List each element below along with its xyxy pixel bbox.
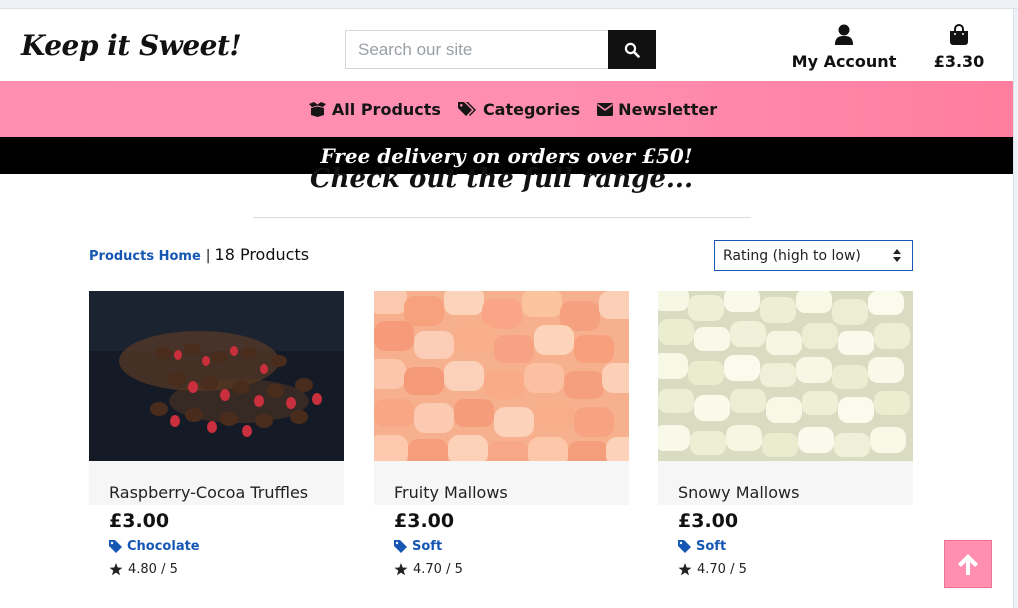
shopping-bag-icon <box>950 24 968 45</box>
box-open-icon <box>308 102 326 117</box>
product-price: £3.00 <box>109 510 170 532</box>
product-name[interactable]: Fruity Mallows <box>394 483 508 502</box>
scrollbar-gutter <box>1013 9 1018 608</box>
tags-icon <box>457 101 476 116</box>
product-name[interactable]: Snowy Mallows <box>678 483 799 502</box>
breadcrumb: Products Home | 18 Products <box>89 245 309 264</box>
product-card[interactable]: Fruity Mallows £3.00 Soft 4.70 / 5 <box>374 291 629 591</box>
site-header: Keep it Sweet! My Account <box>0 9 1013 81</box>
arrow-up-icon <box>958 554 978 575</box>
star-icon <box>394 563 408 576</box>
site-logo[interactable]: Keep it Sweet! <box>21 29 242 62</box>
product-image-truffles[interactable] <box>89 291 344 461</box>
product-count: 18 Products <box>214 245 310 264</box>
product-card[interactable]: Snowy Mallows £3.00 Soft 4.70 / 5 <box>658 291 913 591</box>
product-category: Chocolate <box>127 539 200 554</box>
nav-categories[interactable]: Categories <box>457 99 581 119</box>
star-icon <box>678 563 692 576</box>
product-category-link[interactable]: Soft <box>394 539 442 554</box>
sort-select[interactable]: Rating (high to low) <box>714 240 913 271</box>
nav-categories-label: Categories <box>482 99 581 119</box>
product-rating: 4.70 / 5 <box>394 562 463 577</box>
nav-all-products-label: All Products <box>331 99 441 119</box>
magnifier-icon <box>624 42 640 58</box>
search-input[interactable] <box>345 30 608 69</box>
product-category-link[interactable]: Chocolate <box>109 539 200 554</box>
tag-icon <box>109 540 122 553</box>
tag-icon <box>394 540 407 553</box>
select-arrows-icon <box>893 249 901 262</box>
product-name[interactable]: Raspberry-Cocoa Truffles <box>109 483 308 502</box>
my-account-link[interactable]: My Account <box>790 24 898 71</box>
main-nav: All Products Categories Newsletter <box>0 81 1013 137</box>
search-button[interactable] <box>608 30 656 69</box>
breadcrumb-separator: | <box>205 248 211 264</box>
nav-newsletter-label: Newsletter <box>618 99 718 119</box>
product-rating: 4.70 / 5 <box>678 562 747 577</box>
nav-newsletter[interactable]: Newsletter <box>597 100 717 119</box>
title-divider <box>253 217 751 218</box>
back-to-top-button[interactable] <box>944 540 992 588</box>
tag-icon <box>678 540 691 553</box>
product-category: Soft <box>412 539 443 554</box>
cart-total: £3.30 <box>933 52 985 71</box>
envelope-icon <box>597 102 614 116</box>
browser-top-strip <box>0 0 1018 9</box>
page-title: Check out the full range... <box>309 164 694 194</box>
product-image-fruity-mallows[interactable] <box>374 291 629 461</box>
products-home-link[interactable]: Products Home <box>89 249 201 264</box>
product-category: Soft <box>696 539 727 554</box>
product-rating-value: 4.70 / 5 <box>413 562 463 577</box>
product-rating-value: 4.70 / 5 <box>697 562 747 577</box>
product-price: £3.00 <box>394 510 455 532</box>
product-card[interactable]: Raspberry-Cocoa Truffles £3.00 Chocolate… <box>89 291 344 591</box>
search-form <box>345 30 656 69</box>
product-image-snowy-mallows[interactable] <box>658 291 913 461</box>
product-rating-value: 4.80 / 5 <box>128 562 178 577</box>
product-price: £3.00 <box>678 510 739 532</box>
my-account-label: My Account <box>791 52 897 71</box>
user-icon <box>835 24 853 45</box>
cart-link[interactable]: £3.30 <box>924 24 994 71</box>
product-category-link[interactable]: Soft <box>678 539 726 554</box>
star-icon <box>109 563 123 576</box>
product-rating: 4.80 / 5 <box>109 562 178 577</box>
sort-selected-value: Rating (high to low) <box>723 247 861 264</box>
nav-all-products[interactable]: All Products <box>308 100 441 119</box>
